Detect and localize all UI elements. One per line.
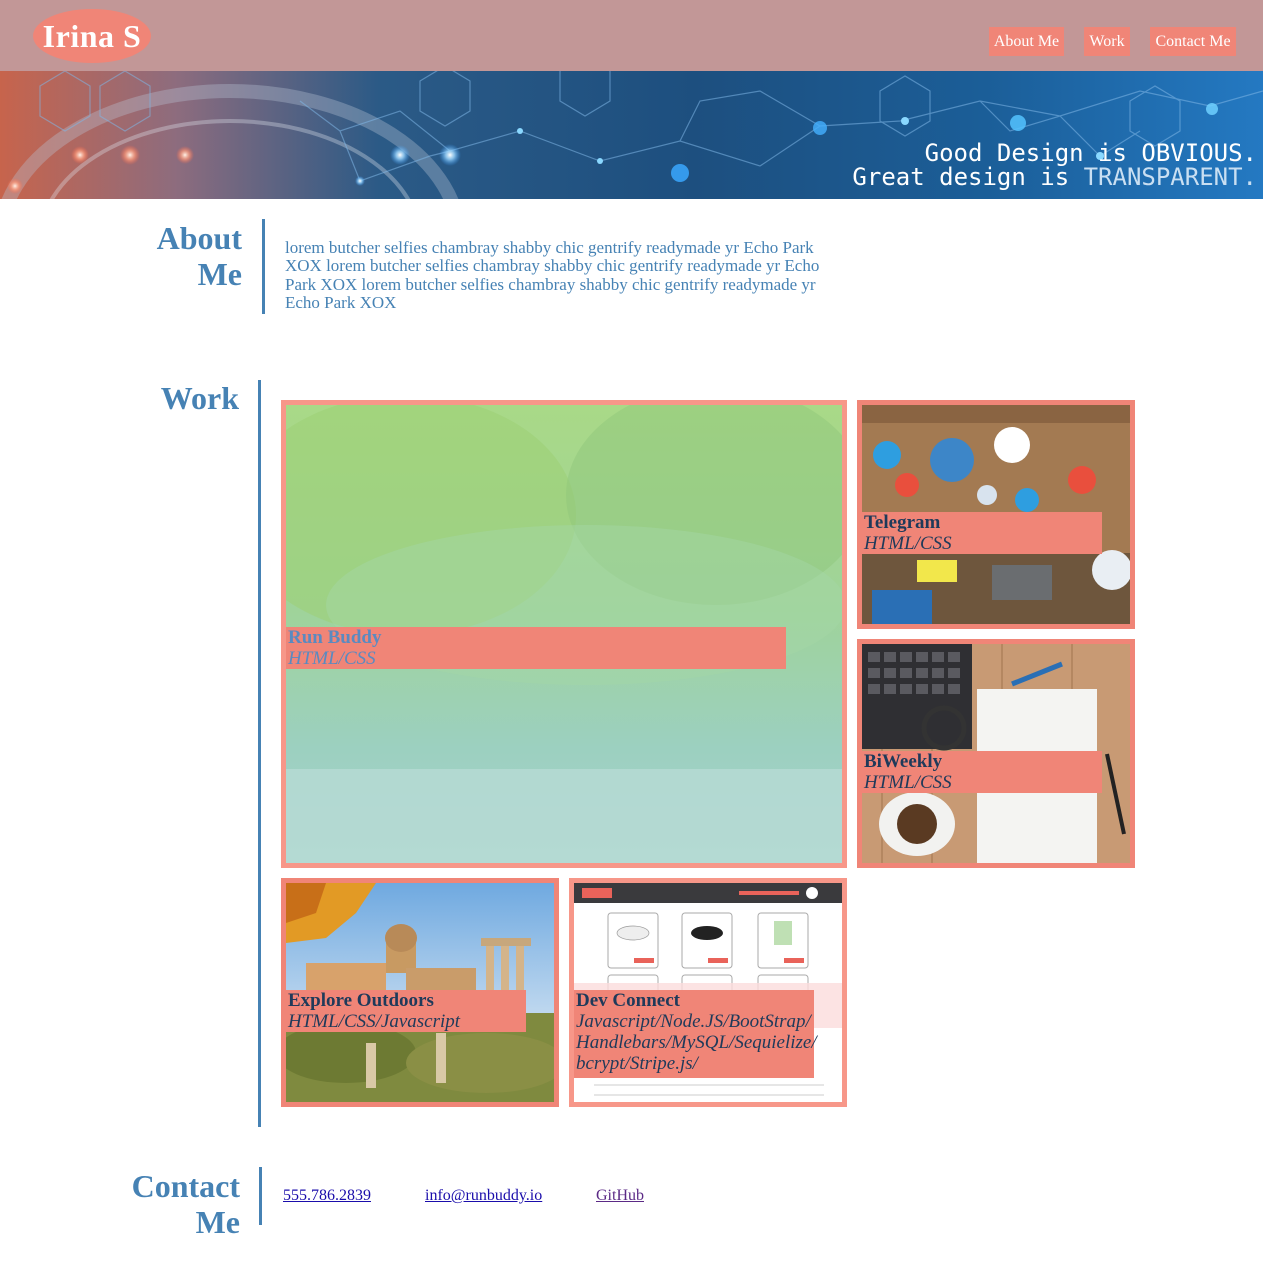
project-card-run-buddy[interactable]: Run Buddy HTML/CSS [281, 400, 847, 868]
nav-work[interactable]: Work [1084, 27, 1130, 56]
project-card-explore-outdoors[interactable]: Explore Outdoors HTML/CSS/Javascript [281, 878, 559, 1107]
project-tech: HTML/CSS [288, 648, 376, 669]
project-name: Run Buddy [288, 627, 382, 648]
nav-about-me[interactable]: About Me [989, 27, 1064, 56]
project-name: Explore Outdoors [288, 990, 434, 1011]
work-divider [258, 380, 261, 1127]
project-name: Telegram [864, 512, 941, 533]
project-tech: HTML/CSS [864, 772, 952, 793]
project-card-telegram[interactable]: Telegram HTML/CSS [857, 400, 1135, 629]
hero-banner: Good Design is OBVIOUS. Great design is … [0, 71, 1263, 199]
contact-email-link[interactable]: info@runbuddy.io [425, 1186, 542, 1206]
work-heading: Work [160, 380, 239, 416]
contact-divider [259, 1167, 262, 1225]
about-paragraph: lorem butcher selfies chambray shabby ch… [285, 238, 820, 312]
contact-heading: Contact Me [131, 1168, 240, 1240]
project-card-biweekly[interactable]: BiWeekly HTML/CSS [857, 639, 1135, 868]
about-divider [262, 219, 265, 314]
hero-tagline-2a: Great design is [852, 163, 1084, 191]
contact-github-link[interactable]: GitHub [596, 1186, 644, 1206]
site-header: Irina S About Me Work Contact Me [0, 0, 1263, 71]
about-heading: About Me [156, 220, 242, 292]
project-label: Explore Outdoors HTML/CSS/Javascript [286, 990, 526, 1032]
project-label: BiWeekly HTML/CSS [862, 751, 1102, 793]
project-name: Dev Connect [576, 990, 680, 1011]
contact-phone-link[interactable]: 555.786.2839 [283, 1186, 371, 1206]
project-tech: HTML/CSS [864, 533, 952, 554]
project-name: BiWeekly [864, 751, 943, 772]
project-tech: Javascript/Node.JS/BootStrap/ Handlebars… [576, 1011, 817, 1074]
project-label: Dev Connect Javascript/Node.JS/BootStrap… [574, 990, 817, 1078]
project-tech: HTML/CSS/Javascript [288, 1011, 461, 1032]
nav-contact-me[interactable]: Contact Me [1150, 27, 1236, 56]
hero-tagline-2b: TRANSPARENT. [1083, 163, 1257, 191]
project-label: Telegram HTML/CSS [862, 512, 1102, 554]
project-label: Run Buddy HTML/CSS [286, 627, 786, 669]
project-card-dev-connect[interactable]: Dev Connect Javascript/Node.JS/BootStrap… [569, 878, 847, 1107]
hero-tagline-2: Great design is TRANSPARENT. [852, 163, 1257, 191]
site-logo[interactable]: Irina S [33, 9, 151, 63]
